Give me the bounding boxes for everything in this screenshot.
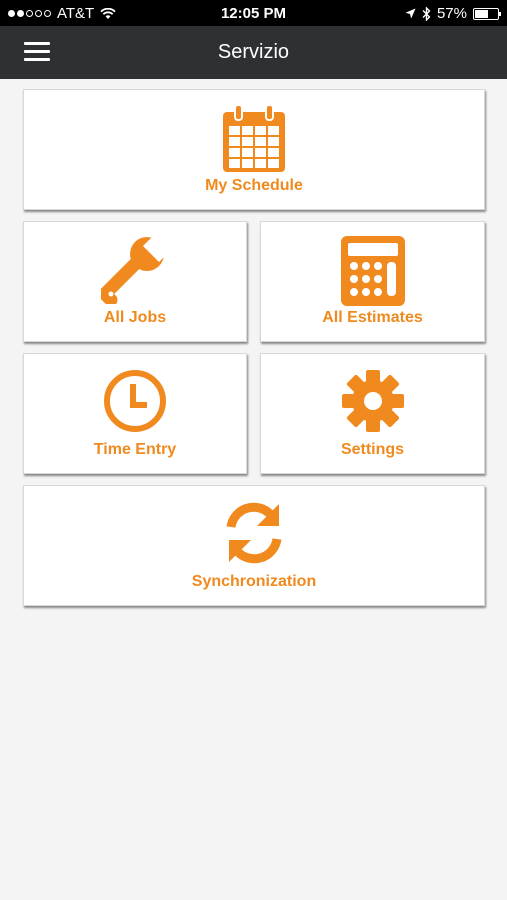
all-estimates-label: All Estimates [322, 309, 423, 326]
status-right: 57% [405, 5, 501, 22]
my-schedule-button[interactable]: My Schedule [23, 89, 485, 210]
battery-icon [473, 7, 501, 20]
page-title: Servizio [217, 41, 290, 63]
wrench-icon [101, 236, 169, 304]
all-jobs-label: All Jobs [103, 309, 167, 326]
settings-button[interactable]: Settings [260, 353, 485, 474]
bluetooth-icon [422, 6, 431, 21]
battery-percent: 57% [436, 5, 467, 22]
status-bar: AT&T 12:05 PM 57% [0, 0, 507, 26]
gear-icon [341, 370, 404, 432]
time-entry-button[interactable]: Time Entry [23, 353, 247, 474]
all-estimates-button[interactable]: All Estimates [260, 221, 485, 342]
settings-label: Settings [340, 441, 405, 458]
my-schedule-label: My Schedule [205, 177, 303, 194]
synchronization-label: Synchronization [191, 573, 317, 590]
sync-icon [226, 502, 282, 564]
clock-icon [104, 370, 166, 432]
time-entry-label: Time Entry [93, 441, 177, 458]
location-arrow-icon [405, 8, 416, 19]
app-header: Servizio [0, 26, 507, 79]
calendar-icon [223, 104, 285, 172]
all-jobs-button[interactable]: All Jobs [23, 221, 247, 342]
battery-level-fill [475, 9, 488, 18]
calculator-icon [340, 236, 405, 306]
synchronization-button[interactable]: Synchronization [23, 485, 485, 606]
